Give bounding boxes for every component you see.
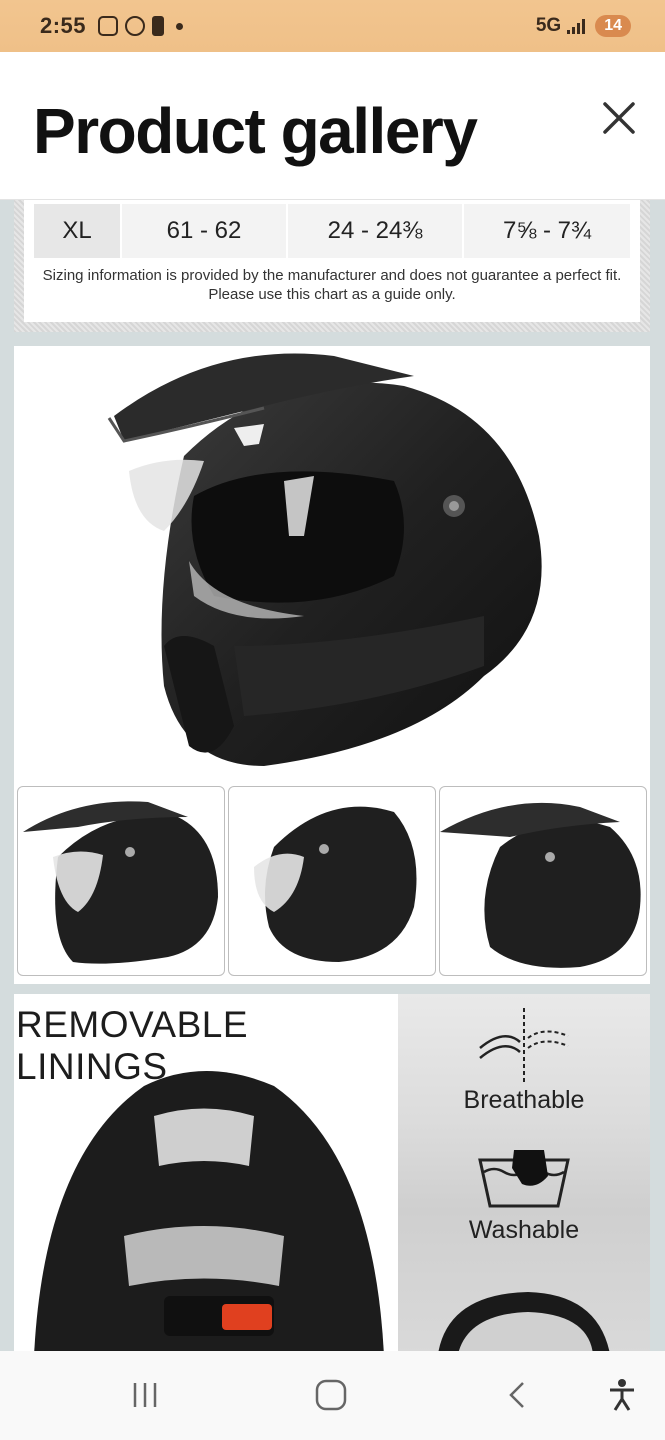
- size-cell: 7⅝ - 7¾: [502, 217, 592, 244]
- helmet-thumbnail: [23, 801, 219, 964]
- back-icon: [509, 1382, 524, 1408]
- size-chart-image: XL 61 - 62 24 - 24⅜ 7⅝ - 7¾ Sizing infor…: [14, 200, 650, 332]
- washable-icon: [478, 1150, 570, 1208]
- feature-label: Washable: [468, 1216, 580, 1244]
- thumbnail-1[interactable]: [17, 786, 225, 976]
- size-note-line: Please use this chart as a guide only.: [208, 286, 456, 303]
- product-gallery[interactable]: XL 61 - 62 24 - 24⅜ 7⅝ - 7¾ Sizing infor…: [0, 200, 665, 1351]
- screenshot-icon: [98, 16, 119, 36]
- helmet-interior-image: [34, 1071, 384, 1351]
- gallery-header: Product gallery: [0, 52, 665, 200]
- helmet-image: [107, 353, 542, 766]
- battery-level-badge: 14: [595, 15, 631, 37]
- thumbnail-3[interactable]: [439, 786, 647, 976]
- hotspot-icon: [125, 16, 146, 36]
- size-cell: 24 - 24⅜: [288, 204, 464, 258]
- system-nav-bar: [0, 1351, 665, 1440]
- helmet-thumbnail: [440, 802, 641, 968]
- page-title: Product gallery: [33, 95, 478, 167]
- status-time: 2:55: [40, 13, 87, 38]
- back-button[interactable]: [496, 1373, 540, 1417]
- signal-icon: [567, 18, 586, 34]
- network-type: 5G: [535, 15, 562, 36]
- recent-apps-icon: [133, 1383, 157, 1407]
- features-panel: Breathable Washable: [398, 994, 650, 1351]
- recent-apps-button[interactable]: [123, 1373, 167, 1417]
- home-icon: [315, 1379, 347, 1411]
- thumbnail-2[interactable]: [228, 786, 436, 976]
- thumbnail-strip: [14, 784, 650, 980]
- battery-alert-icon: [152, 16, 165, 36]
- close-icon: [603, 102, 635, 134]
- status-bar: 2:55 5G 14: [0, 0, 665, 52]
- feature-label: Breathable: [463, 1086, 585, 1114]
- accessibility-button[interactable]: [600, 1373, 644, 1417]
- size-cell: XL: [34, 204, 122, 258]
- breathable-icon: [479, 1008, 569, 1083]
- size-chart-row: XL 61 - 62 24 - 24⅜ 7⅝ - 7¾: [34, 204, 630, 258]
- home-button[interactable]: [309, 1373, 353, 1417]
- size-cell: 61 - 62: [122, 204, 288, 258]
- notification-dot-icon: [176, 22, 184, 30]
- helmet-thumbnail: [254, 806, 417, 962]
- lining-pad-image: [438, 1292, 610, 1351]
- linings-feature-image[interactable]: REMOVABLE LININGS Breathable Washable: [14, 994, 650, 1351]
- size-chart-note: Sizing information is provided by the ma…: [24, 266, 640, 304]
- size-note-line: Sizing information is provided by the ma…: [42, 267, 622, 284]
- close-button[interactable]: [594, 98, 644, 144]
- accessibility-icon: [610, 1379, 634, 1411]
